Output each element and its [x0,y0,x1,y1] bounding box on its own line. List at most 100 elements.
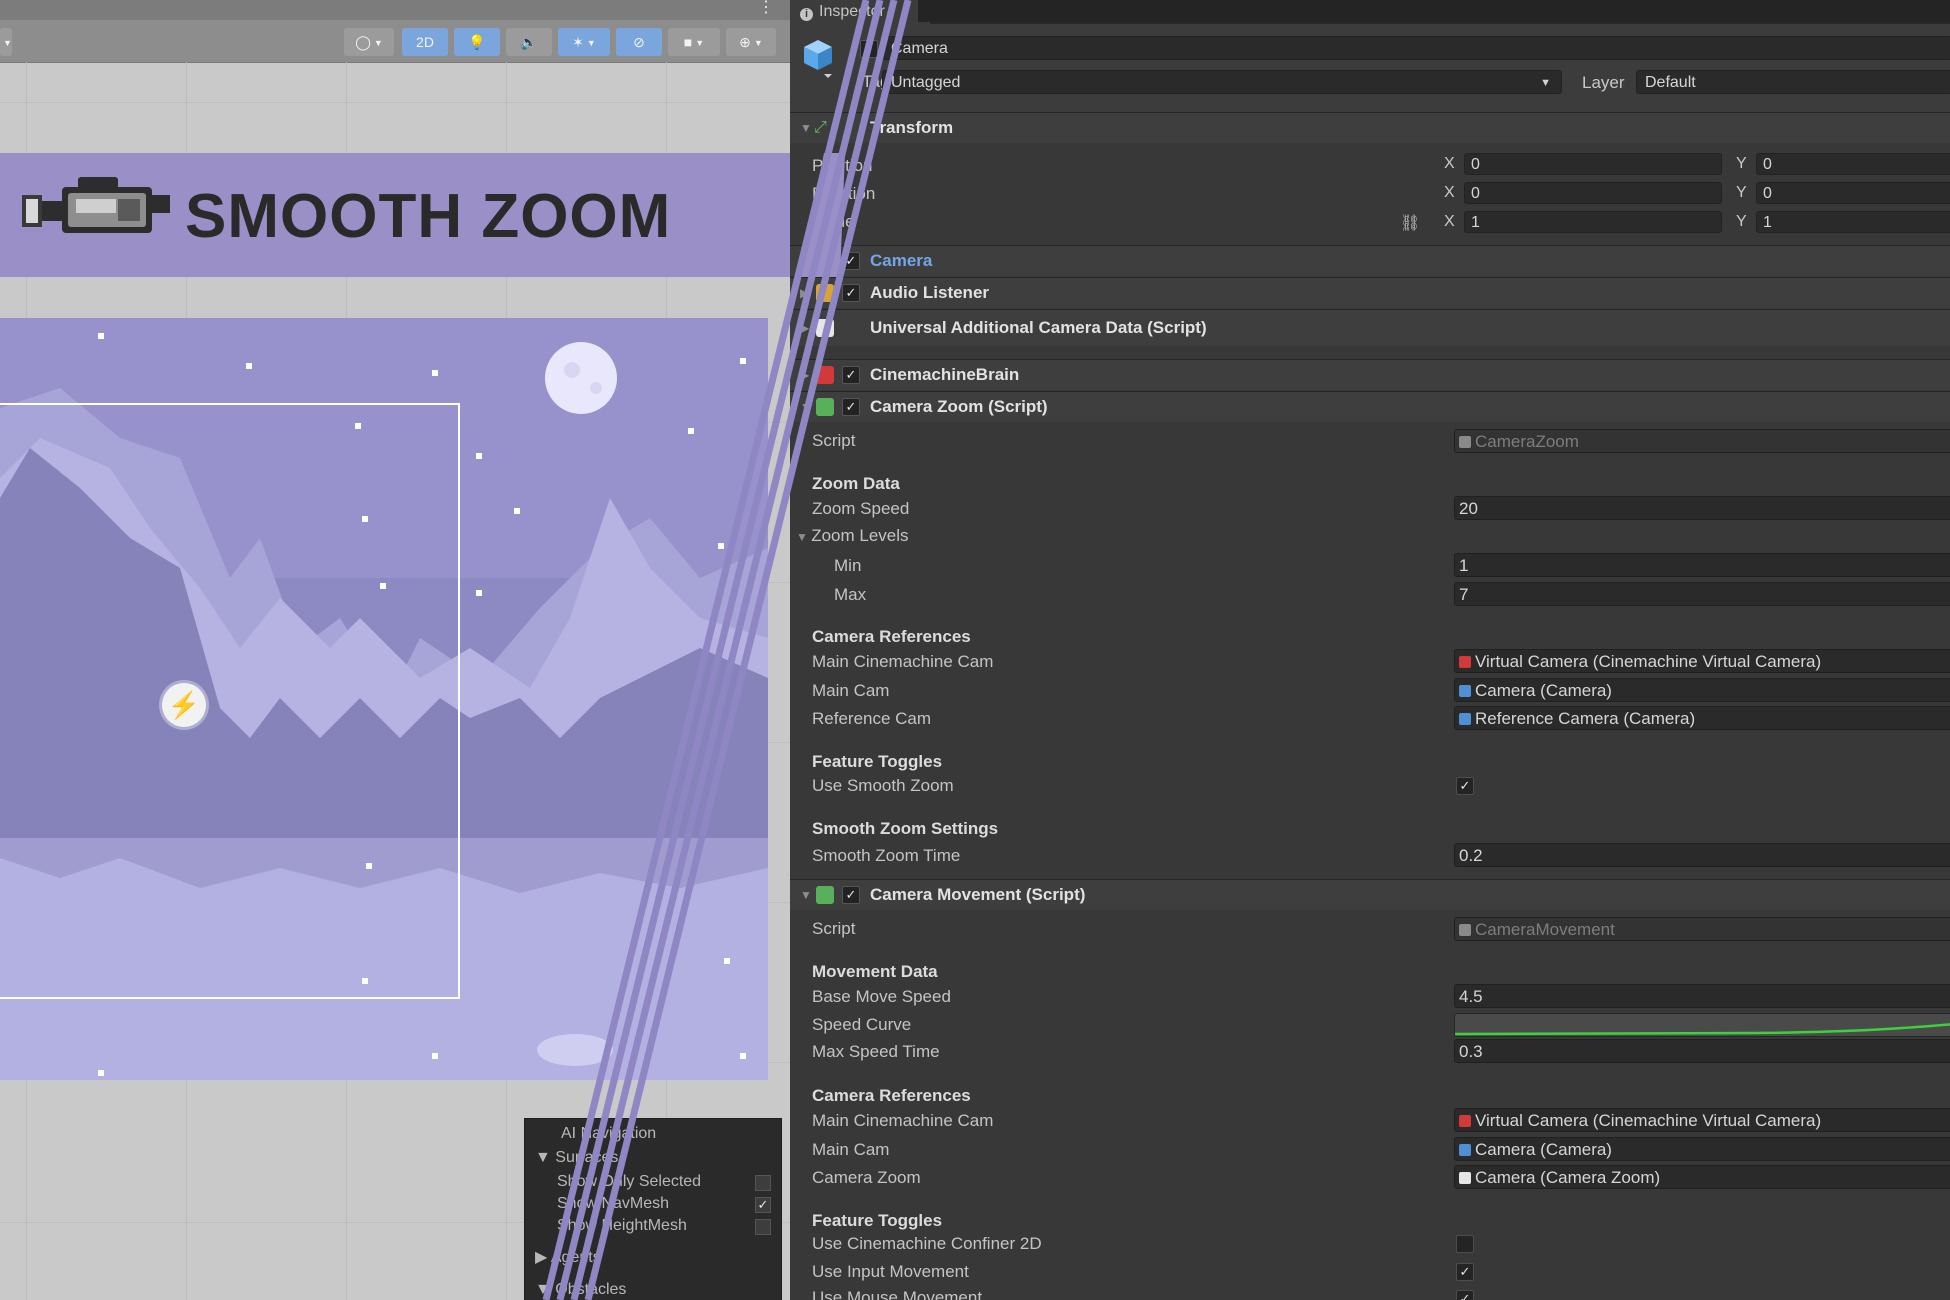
movement-feature-toggles-heading: Feature Toggles [812,1211,943,1230]
camera-component-icon [1459,1144,1471,1156]
rotation-y-field[interactable]: 0 [1756,182,1950,204]
movement-main-cinemachine-value: Virtual Camera (Cinemachine Virtual Came… [1475,1111,1822,1130]
draw-mode-icon[interactable]: ◯ ▼ [344,28,394,56]
show-heightmesh-checkbox[interactable] [755,1219,771,1235]
smooth-zoom-settings-heading: Smooth Zoom Settings [812,819,999,838]
object-active-checkbox[interactable]: ✓ [860,40,878,58]
lighting-icon[interactable]: 💡 [454,28,500,56]
use-confiner-checkbox[interactable] [1456,1235,1474,1253]
cinemachine-brain-header[interactable]: ▶ ✓ CinemachineBrain [790,359,1950,390]
camera-movement-enabled-checkbox[interactable]: ✓ [842,886,860,904]
foldout-arrow-icon: ▼ [800,121,812,135]
use-mouse-movement-checkbox[interactable]: ✓ [1456,1290,1474,1300]
more-options-icon[interactable]: ⋮ [758,0,774,20]
transform-header[interactable]: ▼ ⤢ Transform [790,112,1950,143]
camera-movement-header[interactable]: ▼ ✓ Camera Movement (Script) [790,879,1950,910]
zoom-max-field[interactable]: 7 [1454,582,1950,606]
camera-movement-title: Camera Movement (Script) [870,885,1086,904]
rotation-x-field[interactable]: 0 [1464,182,1722,204]
reference-cam-value: Reference Camera (Camera) [1475,709,1696,728]
camera-zoom-ref-field[interactable]: Camera (Camera Zoom) [1454,1165,1950,1189]
base-move-speed-label: Base Move Speed [812,987,951,1006]
scene-toolbar: ⋮ ▼ ◯ ▼ 2D 💡 🔈 ✶ ▼ ⊘ ■ ▼ ⊕ ▼ [0,0,790,63]
left-dropdown-button[interactable]: ▼ [0,28,12,56]
show-heightmesh-label: Show HeightMesh [557,1217,687,1234]
reference-cam-label: Reference Cam [812,709,932,728]
gameobject-cube-icon [804,40,832,78]
zoom-speed-field[interactable]: 20 [1454,496,1950,520]
zoom-main-cam-field[interactable]: Camera (Camera) [1454,678,1950,702]
camera-zoom-ref-value: Camera (Camera Zoom) [1475,1168,1661,1187]
zoom-speed-label: Zoom Speed [812,499,910,518]
camera-zoom-header[interactable]: ▼ ✓ Camera Zoom (Script) [790,391,1950,422]
audio-listener-enabled-checkbox[interactable]: ✓ [842,284,860,302]
scale-y-field[interactable]: 1 [1756,211,1950,233]
speed-curve-field[interactable] [1454,1013,1950,1037]
inspector-search-field[interactable] [918,0,1950,22]
zoom-data-heading: Zoom Data [812,474,900,493]
zoom-main-cinemachine-field[interactable]: Virtual Camera (Cinemachine Virtual Came… [1454,649,1950,673]
camera-zoom-enabled-checkbox[interactable]: ✓ [842,398,860,416]
movement-script-value: CameraMovement [1475,920,1615,939]
tag-dropdown[interactable]: Untagged ▼ [882,70,1562,94]
smooth-zoom-time-field[interactable]: 0.2 [1454,843,1950,867]
audio-listener-header[interactable]: ▶ ✓ Audio Listener [790,277,1950,308]
zoom-main-cam-label: Main Cam [812,681,890,700]
surfaces-foldout[interactable]: ▼ Surfaces [535,1147,618,1169]
ai-panel-title: AI Navigation [561,1125,657,1142]
gizmos-icon[interactable]: ⊕ ▼ [726,28,776,56]
cinemachine-icon [1459,1115,1471,1127]
script-icon [816,398,834,416]
show-only-selected-checkbox[interactable] [755,1175,771,1191]
camera-bounds-frame [0,403,460,999]
foldout-arrow-icon: ▼ [800,400,812,414]
camera-component-header[interactable]: ▶ ✓ Camera [790,245,1950,276]
camera-enabled-checkbox[interactable]: ✓ [842,252,860,270]
title-banner: SMOOTH ZOOM [0,153,790,277]
urp-camera-data-header[interactable]: ▶ Universal Additional Camera Data (Scri… [790,309,1950,346]
use-input-movement-checkbox[interactable]: ✓ [1456,1263,1474,1281]
use-input-movement-label: Use Input Movement [812,1262,969,1281]
y-axis-label: Y [1736,155,1747,172]
audio-icon[interactable]: 🔈 [506,28,552,56]
hidden-objects-icon[interactable]: ⊘ [616,28,662,56]
inspector-tab[interactable]: i Inspector [790,0,930,24]
use-smooth-zoom-checkbox[interactable]: ✓ [1456,777,1474,795]
audio-listener-icon [816,284,834,302]
show-navmesh-checkbox[interactable]: ✓ [755,1197,771,1213]
y-axis-label: Y [1736,184,1747,201]
script-file-icon [1459,436,1471,448]
agents-foldout[interactable]: ▶ Agents [535,1247,601,1269]
mode-2d-button[interactable]: 2D [402,28,448,56]
zoom-min-field[interactable]: 1 [1454,553,1950,577]
max-speed-time-field[interactable]: 0.3 [1454,1039,1950,1063]
foldout-arrow-icon: ▶ [800,368,810,382]
inspector-tab-bar: i Inspector [790,0,1950,24]
obstacles-foldout[interactable]: ▼ Obstacles [535,1279,626,1300]
cinemachine-brain-enabled-checkbox[interactable]: ✓ [842,366,860,384]
scene-view[interactable]: ⋮ ▼ ◯ ▼ 2D 💡 🔈 ✶ ▼ ⊘ ■ ▼ ⊕ ▼ ⚡ AI Naviga… [0,0,790,1300]
camera-icon[interactable]: ■ ▼ [668,28,720,56]
show-only-selected-label: Show Only Selected [557,1173,702,1190]
movement-main-cinemachine-field[interactable]: Virtual Camera (Cinemachine Virtual Came… [1454,1108,1950,1132]
constrain-proportions-icon[interactable]: ⛓ [1400,213,1420,233]
y-axis-label: Y [1736,213,1747,230]
effects-icon[interactable]: ✶ ▼ [558,28,610,56]
max-speed-time-label: Max Speed Time [812,1042,940,1061]
movement-main-cam-field[interactable]: Camera (Camera) [1454,1137,1950,1161]
position-y-field[interactable]: 0 [1756,153,1950,175]
position-x-field[interactable]: 0 [1464,153,1722,175]
scale-x-field[interactable]: 1 [1464,211,1722,233]
script-file-icon [1459,1172,1471,1184]
x-axis-label: X [1444,184,1455,201]
base-move-speed-field[interactable]: 4.5 [1454,984,1950,1008]
camera-gizmo-icon[interactable]: ⚡ [162,683,206,727]
layer-label: Layer [1582,73,1625,92]
reference-cam-field[interactable]: Reference Camera (Camera) [1454,706,1950,730]
use-smooth-zoom-label: Use Smooth Zoom [812,776,954,795]
zoom-levels-foldout[interactable]: ▼ Zoom Levels [796,526,909,546]
layer-dropdown[interactable]: Default [1636,70,1950,94]
object-name-field[interactable]: Camera [882,36,1950,60]
zoom-main-cam-value: Camera (Camera) [1475,681,1612,700]
foldout-arrow-icon: ▶ [800,286,810,300]
